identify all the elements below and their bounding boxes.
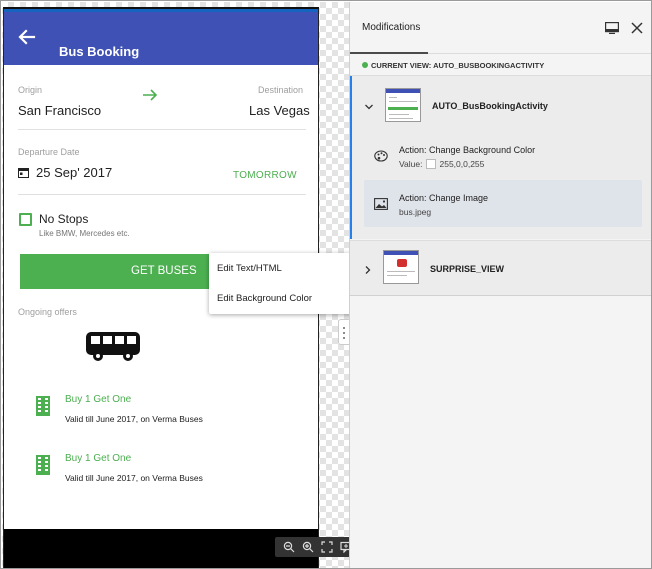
app-title: Bus Booking bbox=[59, 44, 140, 59]
close-icon[interactable] bbox=[631, 22, 643, 34]
image-icon bbox=[374, 198, 388, 210]
back-arrow-icon[interactable] bbox=[16, 26, 38, 48]
no-stops-sublabel: Like BMW, Mercedes etc. bbox=[39, 229, 130, 238]
tab-label: Modifications bbox=[362, 22, 421, 33]
view-name: SURPRISE_VIEW bbox=[430, 264, 505, 274]
no-stops-checkbox[interactable] bbox=[19, 213, 32, 226]
departure-label: Departure Date bbox=[18, 147, 80, 157]
building-icon bbox=[36, 396, 50, 416]
chevron-right-icon[interactable] bbox=[364, 265, 371, 275]
action-value-text: bus.jpeg bbox=[399, 207, 432, 217]
view-card-surprise-view[interactable]: SURPRISE_VIEW bbox=[350, 240, 651, 296]
context-menu-edit-background[interactable]: Edit Background Color bbox=[217, 293, 312, 304]
building-icon bbox=[36, 455, 50, 475]
no-stops-label: No Stops bbox=[39, 212, 89, 226]
zoom-out-icon[interactable] bbox=[282, 540, 296, 554]
action-title: Action: Change Background Color bbox=[399, 145, 536, 155]
panel-splitter-handle[interactable] bbox=[338, 319, 349, 345]
divider bbox=[18, 129, 306, 130]
view-name: AUTO_BusBookingActivity bbox=[432, 101, 548, 111]
chevron-down-icon[interactable] bbox=[364, 103, 374, 111]
tab-modifications[interactable]: Modifications bbox=[350, 2, 428, 54]
zoom-in-icon[interactable] bbox=[301, 540, 315, 554]
departure-value[interactable]: 25 Sep' 2017 bbox=[36, 165, 112, 180]
context-menu: Edit Text/HTML Edit Background Color bbox=[209, 253, 354, 314]
view-thumbnail bbox=[383, 250, 419, 284]
context-menu-edit-text[interactable]: Edit Text/HTML bbox=[217, 263, 282, 274]
current-view-status: CURRENT VIEW: AUTO_BUSBOOKINGACTIVITY bbox=[362, 61, 544, 70]
status-dot-icon bbox=[362, 62, 368, 69]
origin-value[interactable]: San Francisco bbox=[18, 103, 101, 118]
app-header: Bus Booking bbox=[4, 9, 318, 65]
action-value-text: 255,0,0,255 bbox=[439, 159, 485, 169]
action-row-change-image[interactable] bbox=[364, 180, 642, 227]
color-swatch bbox=[426, 158, 437, 169]
bus-icon[interactable] bbox=[85, 331, 141, 363]
origin-label: Origin bbox=[18, 85, 43, 95]
view-card-auto-busbookingactivity[interactable]: AUTO_BusBookingActivity Action: Change B… bbox=[350, 76, 651, 239]
offer-title[interactable]: Buy 1 Get One bbox=[65, 453, 131, 464]
window-frame: Bus Booking Origin San Francisco Destina… bbox=[0, 0, 652, 569]
destination-label: Destination bbox=[258, 85, 304, 95]
palette-icon bbox=[374, 150, 388, 162]
tomorrow-button[interactable]: TOMORROW bbox=[233, 170, 297, 181]
divider bbox=[18, 194, 306, 195]
monitor-icon[interactable] bbox=[605, 22, 619, 34]
action-title: Action: Change Image bbox=[399, 193, 489, 203]
current-view-label: CURRENT VIEW: AUTO_BUSBOOKINGACTIVITY bbox=[371, 61, 545, 70]
device-nav-bar bbox=[4, 529, 318, 568]
action-value: Value: 255,0,0,255 bbox=[399, 158, 485, 170]
offer-subtitle: Valid till June 2017, on Verma Buses bbox=[65, 473, 203, 483]
panel-header: Modifications bbox=[350, 2, 651, 54]
destination-value[interactable]: Las Vegas bbox=[249, 103, 310, 118]
modifications-panel: Modifications CURRENT VIEW: AUTO_BUSBOOK… bbox=[349, 2, 651, 568]
offer-title[interactable]: Buy 1 Get One bbox=[65, 394, 131, 405]
offer-subtitle: Valid till June 2017, on Verma Buses bbox=[65, 414, 203, 424]
calendar-icon bbox=[18, 168, 29, 178]
view-thumbnail bbox=[385, 88, 421, 122]
action-value-label: Value: bbox=[399, 159, 423, 169]
arrow-right-icon bbox=[143, 89, 158, 101]
fit-screen-icon[interactable] bbox=[320, 540, 334, 554]
ongoing-offers-label: Ongoing offers bbox=[18, 307, 77, 317]
